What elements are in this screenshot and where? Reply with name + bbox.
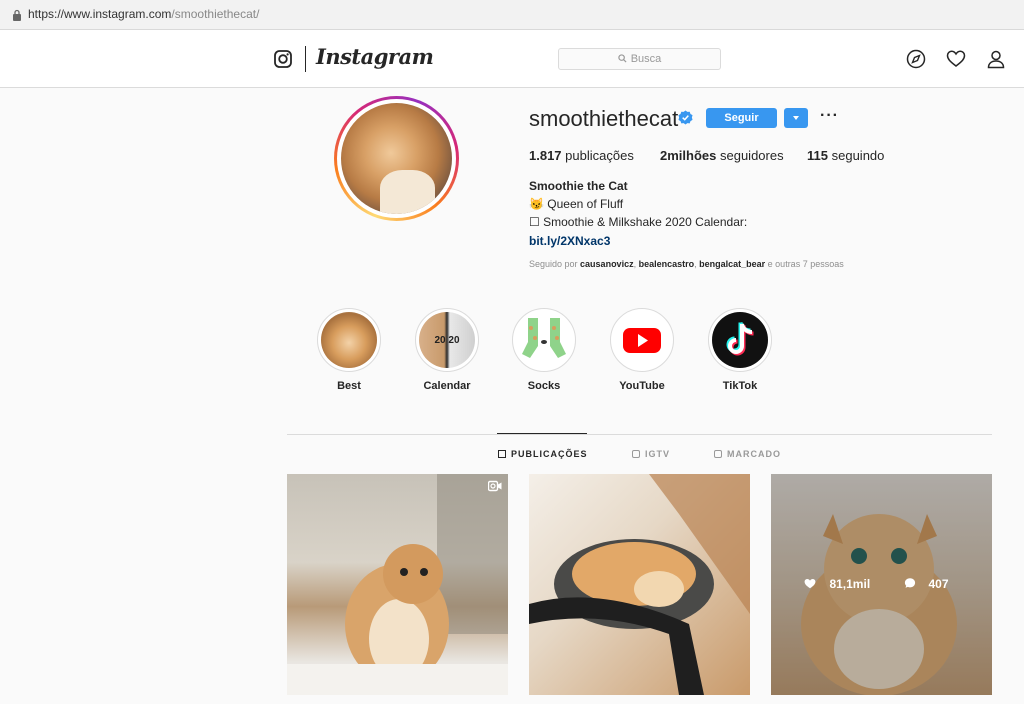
post-engagement-stats: 81,1mil 407 <box>771 577 992 591</box>
tab-marcado[interactable]: MARCADO <box>714 449 781 459</box>
bio-line-2: ☐ Smoothie & Milkshake 2020 Calendar: <box>529 215 748 229</box>
highlight-label: Best <box>337 380 361 392</box>
follow-dropdown-button[interactable] <box>784 108 808 128</box>
posts-label: publicações <box>565 148 634 163</box>
post-cat-photo <box>287 474 508 695</box>
post-cat-photo <box>529 474 750 695</box>
highlight-best[interactable]: Best <box>317 308 381 392</box>
highlight-label: TikTok <box>722 380 758 392</box>
highlight-ring <box>317 308 381 372</box>
grid-icon <box>498 450 506 458</box>
url-path: /smoothiethecat/ <box>171 7 260 21</box>
url-text[interactable]: https://www.instagram.com/smoothiethecat… <box>28 7 259 21</box>
tab-label: MARCADO <box>727 449 781 459</box>
heart-icon <box>805 579 816 589</box>
followed-by-user-1[interactable]: causanovicz <box>580 259 634 269</box>
tab-label: IGTV <box>645 449 671 459</box>
header-divider <box>305 46 306 72</box>
bio-link[interactable]: bit.ly/2XNxac3 <box>529 234 610 248</box>
active-tab-indicator <box>497 433 587 434</box>
tab-label: PUBLICAÇÕES <box>511 449 588 459</box>
followers-count: 2milhões <box>660 148 717 163</box>
followed-by-text: Seguido por causanovicz, bealencastro, b… <box>529 259 844 269</box>
calendar-thumbnail-text: 20 20 <box>434 335 460 346</box>
browser-url-bar[interactable]: https://www.instagram.com/smoothiethecat… <box>0 0 1024 30</box>
followed-by-suffix: e outras 7 pessoas <box>765 259 844 269</box>
video-camera-icon <box>488 480 502 492</box>
comment-bubble-icon <box>904 578 915 588</box>
post-tile[interactable]: 81,1mil 407 <box>771 474 992 695</box>
heart-icon[interactable] <box>946 49 966 69</box>
followers-stat[interactable]: 2milhões seguidores <box>660 148 784 163</box>
following-label: seguindo <box>831 148 885 163</box>
url-host: https://www.instagram.com <box>28 7 172 21</box>
followed-by-user-3[interactable]: bengalcat_bear <box>699 259 765 269</box>
lock-icon <box>13 9 21 21</box>
following-count: 115 <box>807 148 828 163</box>
follow-button[interactable]: Seguir <box>706 108 777 128</box>
highlight-ring <box>610 308 674 372</box>
highlight-ring <box>512 308 576 372</box>
highlight-ring: 20 20 <box>415 308 479 372</box>
highlight-socks[interactable]: Socks <box>512 308 576 392</box>
likes-count: 81,1mil <box>829 577 871 591</box>
highlight-ring <box>708 308 772 372</box>
bio-line-1: 😼 Queen of Fluff <box>529 197 624 211</box>
followers-label: seguidores <box>719 148 784 163</box>
highlight-cat-thumbnail <box>321 312 377 368</box>
posts-count: 1.817 <box>529 148 562 163</box>
comments-stat: 407 <box>904 577 959 591</box>
comments-count: 407 <box>928 577 949 591</box>
search-input[interactable]: Busca <box>558 48 721 70</box>
highlight-label: YouTube <box>619 380 665 392</box>
avatar-cat-photo <box>341 103 452 214</box>
followed-by-user-2[interactable]: bealencastro <box>639 259 695 269</box>
tabs-divider <box>287 434 992 435</box>
youtube-logo-icon <box>623 328 661 353</box>
tagged-person-icon <box>714 450 722 458</box>
search-placeholder: Busca <box>630 53 662 65</box>
igtv-icon <box>632 450 640 458</box>
likes-stat: 81,1mil <box>804 577 880 591</box>
more-options-button[interactable]: ··· <box>820 107 839 125</box>
tab-igtv[interactable]: IGTV <box>632 449 670 459</box>
highlight-label: Socks <box>527 380 561 392</box>
tiktok-logo-icon <box>726 321 754 356</box>
highlight-youtube-thumbnail <box>614 312 670 368</box>
followed-by-prefix: Seguido por <box>529 259 581 269</box>
highlight-calendar-thumbnail: 20 20 <box>419 312 475 368</box>
post-tile[interactable] <box>287 474 508 695</box>
instagram-wordmark[interactable]: Instagram <box>316 44 434 69</box>
following-stat[interactable]: 115 seguindo <box>807 148 884 163</box>
post-tile[interactable] <box>529 474 750 695</box>
highlight-socks-thumbnail <box>516 312 572 368</box>
profile-avatar[interactable] <box>334 96 459 221</box>
highlight-calendar[interactable]: 20 20 Calendar <box>415 308 479 392</box>
search-icon <box>618 54 627 63</box>
bio-full-name: Smoothie the Cat <box>529 179 628 193</box>
avatar-border <box>337 99 456 218</box>
highlight-tiktok[interactable]: TikTok <box>708 308 772 392</box>
instagram-header: Instagram Busca <box>0 30 1024 88</box>
profile-person-icon[interactable] <box>986 49 1006 69</box>
verified-badge-icon <box>678 110 693 125</box>
explore-compass-icon[interactable] <box>906 49 926 69</box>
highlight-label: Calendar <box>423 380 471 392</box>
highlight-tiktok-thumbnail <box>712 312 768 368</box>
instagram-logo-icon[interactable] <box>274 50 292 68</box>
chevron-down-icon <box>793 116 799 120</box>
socks-icon <box>522 318 566 358</box>
highlight-youtube[interactable]: YouTube <box>610 308 674 392</box>
tab-publicacoes[interactable]: PUBLICAÇÕES <box>498 449 588 459</box>
profile-username: smoothiethecat <box>529 106 679 131</box>
posts-count-stat: 1.817 publicações <box>529 148 634 163</box>
